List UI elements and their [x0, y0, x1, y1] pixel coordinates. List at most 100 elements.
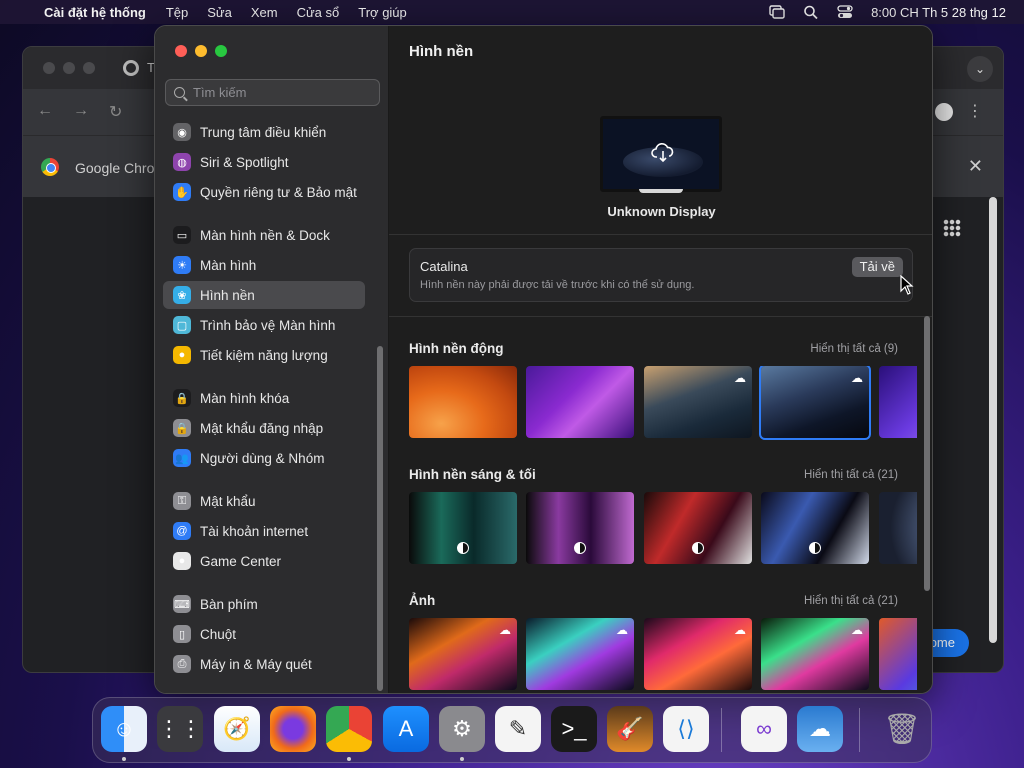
sidebar-list: ◉ Trung tâm điều khiển ◍ Siri & Spotlight ✋ Q… — [163, 116, 381, 693]
chrome-banner-title: Google Chron — [75, 160, 163, 176]
sidebar-item-label: Màn hình — [200, 257, 257, 273]
at-icon: @ — [173, 522, 191, 540]
profile-icon[interactable] — [935, 103, 953, 121]
wallpaper-description: Hình nền này phải được tải về trước khi … — [420, 279, 695, 291]
siri-icon: ◍ — [173, 153, 191, 171]
wallpaper-thumb-macbook-green[interactable]: ☁ — [761, 618, 869, 690]
chrome-close-dot[interactable] — [43, 62, 55, 74]
cloud-download-icon: ☁ — [851, 623, 863, 637]
sidebar-item[interactable]: ● Tiết kiệm năng lượng — [163, 341, 365, 369]
wallpaper-thumb-ventura-purple[interactable] — [526, 366, 634, 438]
sidebar-item[interactable]: ● Game Center — [163, 547, 365, 575]
wallpaper-pane: Hình nền Unknown Display Catalina Hình n… — [389, 26, 932, 693]
show-all-photos-link[interactable]: Hiển thị tất cả (21) — [804, 595, 898, 607]
firefox-icon[interactable] — [270, 706, 316, 752]
sidebar-item-label: Bàn phím — [200, 596, 258, 612]
safari-icon[interactable]: 🧭 — [214, 706, 260, 752]
weather-icon[interactable]: ☁ — [797, 706, 843, 752]
bulb-icon: ● — [173, 346, 191, 364]
sidebar-scrollbar[interactable] — [377, 346, 383, 691]
spotlight-search-icon[interactable] — [803, 5, 819, 20]
reload-icon[interactable]: ↻ — [109, 102, 122, 122]
chrome-zoom-dot[interactable] — [83, 62, 95, 74]
screen-mirroring-icon[interactable] — [769, 5, 785, 19]
search-field[interactable] — [165, 79, 380, 106]
menubar-clock[interactable]: 8:00 CH Th 5 28 thg 12 — [871, 5, 1006, 20]
wallpaper-thumb-partial[interactable] — [879, 618, 917, 690]
wallpaper-thumb-catalina-day[interactable]: ☁ — [644, 366, 752, 438]
chrome-minimize-dot[interactable] — [63, 62, 75, 74]
show-all-light-dark-link[interactable]: Hiển thị tất cả (21) — [804, 469, 898, 481]
sidebar-item[interactable]: ⚿ Mật khẩu — [163, 487, 365, 515]
divider — [389, 316, 932, 317]
sidebar-item[interactable]: ◍ Siri & Spotlight — [163, 148, 365, 176]
finder-icon[interactable]: ☺ — [101, 706, 147, 752]
sidebar-item[interactable]: ✋ Quyền riêng tư & Bảo mật — [163, 178, 365, 206]
wallpaper-thumb-blue-wave[interactable] — [761, 492, 869, 564]
minimize-window-button[interactable] — [195, 45, 207, 57]
sidebar-item[interactable]: ▢ Trình bảo vệ Màn hình — [163, 311, 365, 339]
vscode-icon[interactable]: ⟨⟩ — [663, 706, 709, 752]
light-dark-wallpaper-row — [409, 492, 917, 566]
sidebar-item[interactable]: @ Tài khoản internet — [163, 517, 365, 545]
sidebar-item[interactable]: ⎙ Máy in & Máy quét — [163, 650, 365, 678]
sidebar-item[interactable]: ▭ Màn hình nền & Dock — [163, 221, 365, 249]
sidebar-item[interactable]: ☀ Màn hình — [163, 251, 365, 279]
visual-studio-icon[interactable]: ∞ — [741, 706, 787, 752]
cloud-download-icon: ☁ — [734, 623, 746, 637]
menu-help[interactable]: Trợ giúp — [358, 5, 407, 20]
content-scrollbar[interactable] — [924, 316, 930, 591]
terminal-icon[interactable]: >_ — [551, 706, 597, 752]
close-window-button[interactable] — [175, 45, 187, 57]
system-settings-icon[interactable]: ⚙ — [439, 706, 485, 752]
wallpaper-thumb-macbook-teal[interactable]: ☁ — [526, 618, 634, 690]
wallpaper-thumb-red-wave[interactable] — [644, 492, 752, 564]
chrome-tab-search-icon[interactable]: ⌄ — [967, 56, 993, 82]
menu-window[interactable]: Cửa sổ — [297, 5, 340, 20]
menu-app-name[interactable]: Cài đặt hệ thống — [44, 5, 146, 20]
sidebar-item[interactable]: 🔒 Màn hình khóa — [163, 384, 365, 412]
close-banner-icon[interactable]: ✕ — [968, 156, 983, 177]
wallpaper-thumb-partial[interactable] — [879, 492, 917, 564]
chrome-menu-icon[interactable]: ⋮ — [967, 101, 983, 121]
sidebar-item-label: Game Center — [200, 553, 282, 569]
wallpaper-thumb-macbook-orange[interactable]: ☁ — [409, 618, 517, 690]
display-preview[interactable] — [600, 116, 722, 192]
garageband-icon[interactable]: 🎸 — [607, 706, 653, 752]
wallpaper-thumb-sonoma-orange[interactable] — [409, 366, 517, 438]
launchpad-icon[interactable]: ⋮⋮ — [157, 706, 203, 752]
wallpaper-thumb-glass-teal[interactable] — [409, 492, 517, 564]
wallpaper-thumb-partial[interactable] — [879, 366, 917, 438]
dock-separator — [859, 708, 860, 752]
wallpaper-thumb-macbook-pink[interactable]: ☁ — [644, 618, 752, 690]
cloud-download-icon — [651, 141, 675, 165]
chrome-scrollbar[interactable] — [989, 197, 997, 643]
download-button[interactable]: Tải về — [851, 257, 903, 277]
wallpaper-thumb-glass-purple[interactable] — [526, 492, 634, 564]
search-input[interactable] — [193, 85, 373, 100]
settings-sidebar: ◉ Trung tâm điều khiển ◍ Siri & Spotlight ✋ Q… — [155, 26, 389, 693]
wallpaper-thumb-catalina-selected[interactable]: ☁ — [759, 366, 871, 440]
back-icon[interactable]: ← — [37, 102, 53, 120]
chrome-icon[interactable] — [326, 706, 372, 752]
app-store-icon[interactable]: A — [383, 706, 429, 752]
control-center-icon[interactable] — [837, 5, 853, 19]
menu-edit[interactable]: Sửa — [207, 5, 232, 20]
zoom-window-button[interactable] — [215, 45, 227, 57]
sidebar-item[interactable]: 👥 Người dùng & Nhóm — [163, 444, 365, 472]
sidebar-item[interactable]: ⌨ Bàn phím — [163, 590, 365, 618]
forward-icon[interactable]: → — [73, 102, 89, 120]
sidebar-item[interactable]: ◉ Trung tâm điều khiển — [163, 118, 365, 146]
chrome-traffic-lights — [43, 62, 95, 74]
sidebar-item[interactable]: ❀ Hình nền — [163, 281, 365, 309]
google-apps-icon[interactable] — [943, 219, 961, 237]
chrome-tab-favicon-icon — [123, 60, 139, 76]
trash-icon[interactable]: 🗑 — [879, 706, 925, 752]
menu-view[interactable]: Xem — [251, 5, 278, 20]
show-all-dynamic-link[interactable]: Hiển thị tất cả (9) — [810, 343, 898, 355]
menu-file[interactable]: Tệp — [166, 5, 188, 20]
sidebar-item[interactable]: ▯ Chuột — [163, 620, 365, 648]
textedit-icon[interactable]: ✎ — [495, 706, 541, 752]
sidebar-item[interactable]: 🔒 Mật khẩu đăng nhập — [163, 414, 365, 442]
printer-icon: ⎙ — [173, 655, 191, 673]
